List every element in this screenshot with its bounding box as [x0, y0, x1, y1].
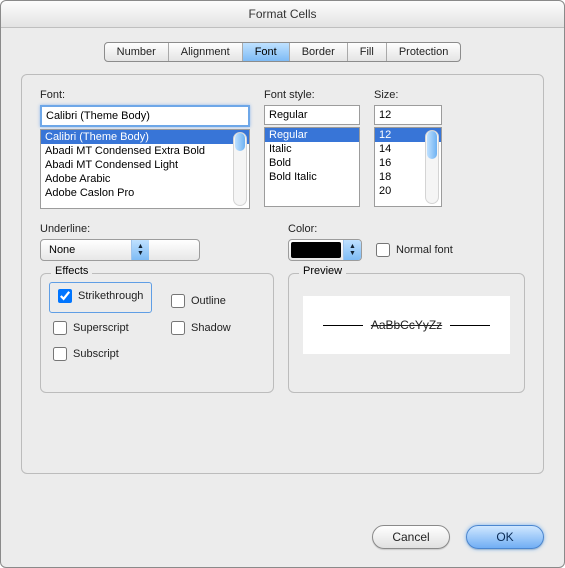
list-item[interactable]: Calibri (Theme Body): [41, 130, 249, 144]
size-label: Size:: [374, 89, 442, 101]
effects-legend: Effects: [51, 265, 92, 277]
list-item[interactable]: Abadi MT Condensed Light: [41, 158, 249, 172]
scrollbar[interactable]: [425, 130, 439, 204]
subscript-checkbox[interactable]: Subscript: [53, 347, 163, 361]
list-item[interactable]: Bold Italic: [265, 170, 359, 184]
tab-protection[interactable]: Protection: [387, 43, 461, 61]
scrollbar[interactable]: [233, 132, 247, 206]
tab-alignment[interactable]: Alignment: [169, 43, 243, 61]
strikethrough-checkbox[interactable]: Strikethrough: [58, 289, 143, 303]
tab-bar: Number Alignment Font Border Fill Protec…: [104, 42, 462, 62]
tab-border[interactable]: Border: [290, 43, 348, 61]
chevron-updown-icon: ▲▼: [131, 240, 149, 260]
dialog-footer: Cancel OK: [372, 525, 544, 549]
preview-legend: Preview: [299, 265, 346, 277]
shadow-checkbox[interactable]: Shadow: [171, 321, 261, 335]
outline-checkbox[interactable]: Outline: [171, 283, 261, 319]
list-item[interactable]: Adobe Arabic: [41, 172, 249, 186]
format-cells-dialog: Format Cells Number Alignment Font Borde…: [0, 0, 565, 568]
preview-sample: AaBbCcYyZz: [303, 296, 510, 354]
ok-button[interactable]: OK: [466, 525, 544, 549]
scrollbar-thumb[interactable]: [427, 131, 437, 159]
underline-value: None: [41, 240, 131, 260]
preview-text: AaBbCcYyZz: [371, 318, 442, 332]
chevron-updown-icon: ▲▼: [343, 240, 361, 260]
font-listbox[interactable]: Calibri (Theme Body) Abadi MT Condensed …: [40, 129, 250, 209]
list-item[interactable]: Abadi MT Condensed Extra Bold: [41, 144, 249, 158]
tab-fill[interactable]: Fill: [348, 43, 387, 61]
preview-fieldset: Preview AaBbCcYyZz: [288, 273, 525, 393]
tab-font[interactable]: Font: [243, 43, 290, 61]
underline-select[interactable]: None ▲▼: [40, 239, 200, 261]
superscript-checkbox[interactable]: Superscript: [53, 321, 163, 335]
list-item[interactable]: Bold: [265, 156, 359, 170]
color-label: Color:: [288, 223, 525, 235]
cancel-button[interactable]: Cancel: [372, 525, 450, 549]
normal-font-checkbox[interactable]: Normal font: [376, 243, 453, 257]
preview-line-left: [323, 325, 363, 326]
checkbox-icon[interactable]: [53, 347, 67, 361]
checkbox-icon[interactable]: [171, 294, 185, 308]
effects-focus-ring: Strikethrough: [49, 282, 152, 313]
checkbox-icon[interactable]: [53, 321, 67, 335]
font-panel: Font: Calibri (Theme Body) Abadi MT Cond…: [21, 74, 544, 474]
dialog-title: Format Cells: [1, 1, 564, 28]
font-input[interactable]: [40, 105, 250, 127]
checkbox-icon[interactable]: [58, 289, 72, 303]
scrollbar-thumb[interactable]: [235, 133, 245, 151]
underline-label: Underline:: [40, 223, 274, 235]
tab-number[interactable]: Number: [105, 43, 169, 61]
effects-fieldset: Effects Strikethrough Outline: [40, 273, 274, 393]
font-style-listbox[interactable]: Regular Italic Bold Bold Italic: [264, 127, 360, 207]
checkbox-icon[interactable]: [376, 243, 390, 257]
preview-line-right: [450, 325, 490, 326]
font-style-label: Font style:: [264, 89, 360, 101]
size-listbox[interactable]: 12 14 16 18 20: [374, 127, 442, 207]
font-label: Font:: [40, 89, 250, 101]
size-input[interactable]: [374, 105, 442, 125]
color-swatch: [291, 242, 341, 258]
list-item[interactable]: Regular: [265, 128, 359, 142]
list-item[interactable]: Adobe Caslon Pro: [41, 186, 249, 200]
font-style-input[interactable]: [264, 105, 360, 125]
checkbox-icon[interactable]: [171, 321, 185, 335]
color-select[interactable]: ▲▼: [288, 239, 362, 261]
list-item[interactable]: Italic: [265, 142, 359, 156]
